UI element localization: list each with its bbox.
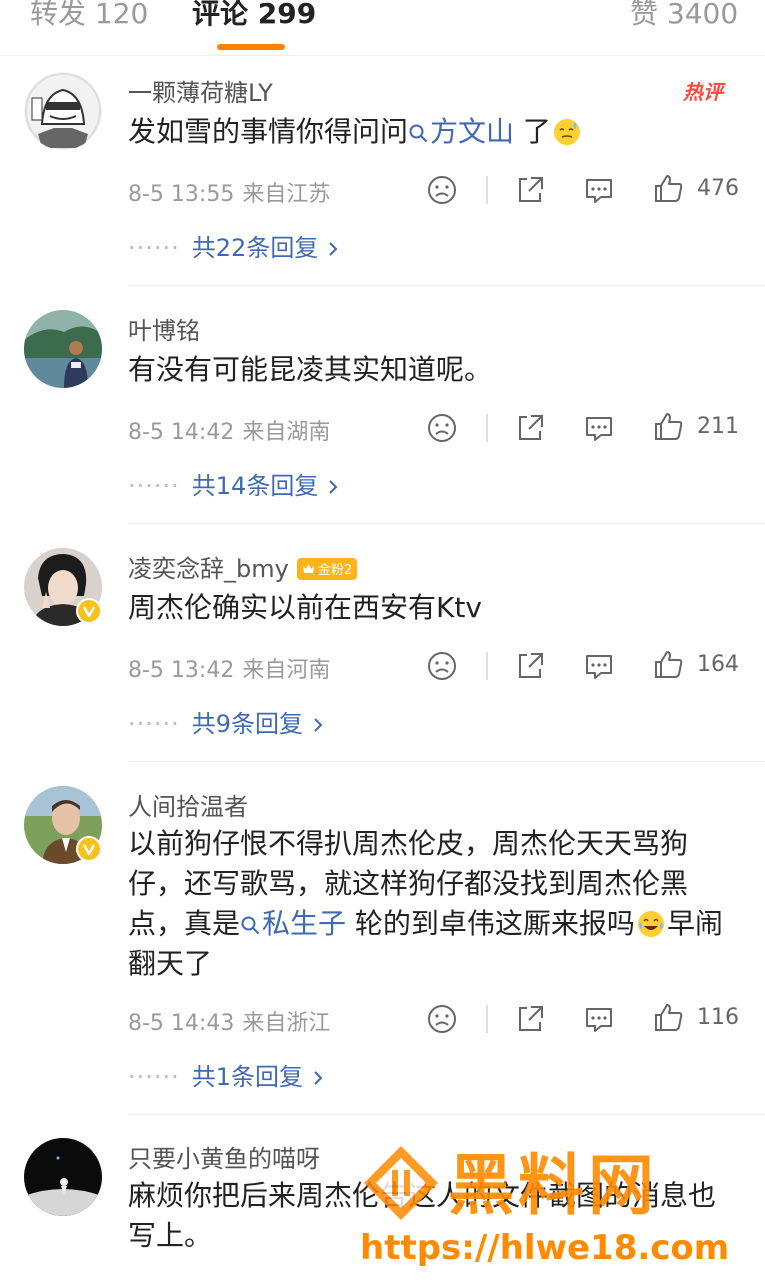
dislike-button[interactable] bbox=[425, 411, 459, 445]
comment-location: 来自河南 bbox=[242, 658, 331, 683]
hot-comment-badge: 热评 bbox=[683, 80, 723, 104]
comment-icon bbox=[586, 179, 612, 203]
topic-link[interactable]: 私生子 bbox=[240, 907, 346, 940]
tab-reposts[interactable]: 转发 120 bbox=[30, 0, 148, 32]
like-count: 164 bbox=[697, 652, 739, 677]
avatar[interactable] bbox=[24, 72, 102, 150]
comment-icon bbox=[586, 417, 612, 441]
topic-link[interactable]: 方文山 bbox=[408, 115, 514, 148]
comment-text: 发如雪的事情你得问问 方文山 了 bbox=[128, 112, 728, 152]
verified-badge-icon bbox=[76, 598, 102, 624]
share-icon bbox=[519, 653, 543, 678]
comment-divider bbox=[128, 285, 765, 286]
action-divider bbox=[486, 652, 488, 680]
watermark-text: 黑料网 bbox=[448, 1147, 658, 1224]
username[interactable]: 凌奕念辞_bmy 金粉2 bbox=[128, 549, 358, 584]
chevron-right-icon bbox=[329, 242, 338, 256]
watermark-logo-icon bbox=[364, 1146, 438, 1220]
reply-button[interactable] bbox=[582, 1002, 616, 1036]
verified-badge-icon bbox=[76, 836, 102, 862]
like-button[interactable] bbox=[652, 410, 686, 444]
comment-icon bbox=[586, 655, 612, 679]
like-button[interactable] bbox=[652, 172, 686, 206]
dots-icon: ······ bbox=[128, 1063, 180, 1091]
laugh-cry-emoji-icon bbox=[637, 911, 664, 937]
tab-comments[interactable]: 评论 299 bbox=[192, 0, 316, 32]
dislike-button[interactable] bbox=[425, 173, 459, 207]
like-button[interactable] bbox=[652, 1001, 686, 1035]
sweat-emoji-icon bbox=[553, 119, 580, 145]
comment-tabs: 转发 120 评论 299 赞 3400 bbox=[0, 0, 765, 56]
comment-text: 有没有可能昆凌其实知道呢。 bbox=[128, 353, 493, 386]
comment-meta: 8-5 14:43 来自浙江 bbox=[128, 1005, 330, 1037]
frown-icon bbox=[428, 1005, 456, 1033]
share-icon bbox=[519, 177, 543, 202]
active-tab-indicator bbox=[217, 44, 285, 50]
frown-icon bbox=[428, 414, 456, 442]
like-count: 116 bbox=[697, 1005, 739, 1030]
action-divider bbox=[486, 414, 488, 442]
dislike-button[interactable] bbox=[425, 1002, 459, 1036]
view-replies-link[interactable]: ······ 共22条回复 bbox=[128, 228, 340, 263]
dislike-button[interactable] bbox=[425, 649, 459, 683]
comment-divider bbox=[128, 761, 765, 762]
dots-icon: ······ bbox=[128, 234, 180, 262]
frown-icon bbox=[428, 176, 456, 204]
comment-time: 8-5 14:43 bbox=[128, 1011, 235, 1036]
reply-button[interactable] bbox=[582, 173, 616, 207]
comment-text: 以前狗仔恨不得扒周杰伦皮，周杰伦天天骂狗仔，还写歌骂，就这样狗仔都没找到周杰伦黑… bbox=[128, 827, 723, 980]
share-button[interactable] bbox=[513, 649, 547, 683]
comment-icon bbox=[586, 1008, 612, 1032]
thumbs-up-icon bbox=[655, 413, 683, 440]
frown-icon bbox=[428, 652, 456, 680]
comment-divider bbox=[128, 1114, 765, 1115]
avatar[interactable] bbox=[24, 310, 102, 388]
action-divider bbox=[486, 176, 488, 204]
username[interactable]: 一颗薄荷糖LY bbox=[128, 73, 273, 108]
view-replies-link[interactable]: ······ 共9条回复 bbox=[128, 704, 325, 739]
comment-meta: 8-5 13:55 来自江苏 bbox=[128, 176, 330, 208]
chevron-right-icon bbox=[329, 480, 338, 494]
search-icon bbox=[409, 124, 428, 142]
search-icon bbox=[241, 916, 260, 934]
thumbs-up-icon bbox=[655, 651, 683, 678]
comment-time: 8-5 13:55 bbox=[128, 182, 235, 207]
username[interactable]: 叶博铭 bbox=[128, 311, 200, 346]
view-replies-link[interactable]: ······ 共14条回复 bbox=[128, 466, 340, 501]
username[interactable]: 只要小黄鱼的喵呀 bbox=[128, 1139, 320, 1174]
comment-time: 8-5 13:42 bbox=[128, 658, 235, 683]
share-button[interactable] bbox=[513, 411, 547, 445]
comment-location: 来自江苏 bbox=[242, 182, 331, 207]
like-button[interactable] bbox=[652, 648, 686, 682]
dots-icon: ······ bbox=[128, 472, 180, 500]
share-button[interactable] bbox=[513, 1002, 547, 1036]
comment-location: 来自湖南 bbox=[242, 420, 331, 445]
comment-meta: 8-5 13:42 来自河南 bbox=[128, 652, 330, 684]
like-count: 211 bbox=[697, 414, 739, 439]
share-icon bbox=[519, 1006, 543, 1031]
comment-divider bbox=[128, 523, 765, 524]
chevron-right-icon bbox=[314, 718, 323, 732]
crown-icon bbox=[302, 564, 314, 573]
watermark-url: https://hlwe18.com bbox=[360, 1228, 730, 1268]
avatar[interactable] bbox=[24, 1138, 102, 1216]
view-replies-link[interactable]: ······ 共1条回复 bbox=[128, 1057, 325, 1092]
share-icon bbox=[519, 415, 543, 440]
comment-location: 来自浙江 bbox=[242, 1011, 331, 1036]
thumbs-up-icon bbox=[655, 1004, 683, 1031]
tab-likes[interactable]: 赞 3400 bbox=[630, 0, 738, 32]
reply-button[interactable] bbox=[582, 649, 616, 683]
comment-time: 8-5 14:42 bbox=[128, 420, 235, 445]
action-divider bbox=[486, 1005, 488, 1033]
reply-button[interactable] bbox=[582, 411, 616, 445]
comment-meta: 8-5 14:42 来自湖南 bbox=[128, 414, 330, 446]
dots-icon: ······ bbox=[128, 710, 180, 738]
thumbs-up-icon bbox=[655, 175, 683, 202]
fan-level-badge: 金粉2 bbox=[296, 557, 358, 580]
like-count: 476 bbox=[697, 176, 739, 201]
share-button[interactable] bbox=[513, 173, 547, 207]
comment-text: 周杰伦确实以前在西安有Ktv bbox=[128, 591, 482, 624]
username[interactable]: 人间拾温者 bbox=[128, 787, 248, 822]
chevron-right-icon bbox=[314, 1071, 323, 1085]
